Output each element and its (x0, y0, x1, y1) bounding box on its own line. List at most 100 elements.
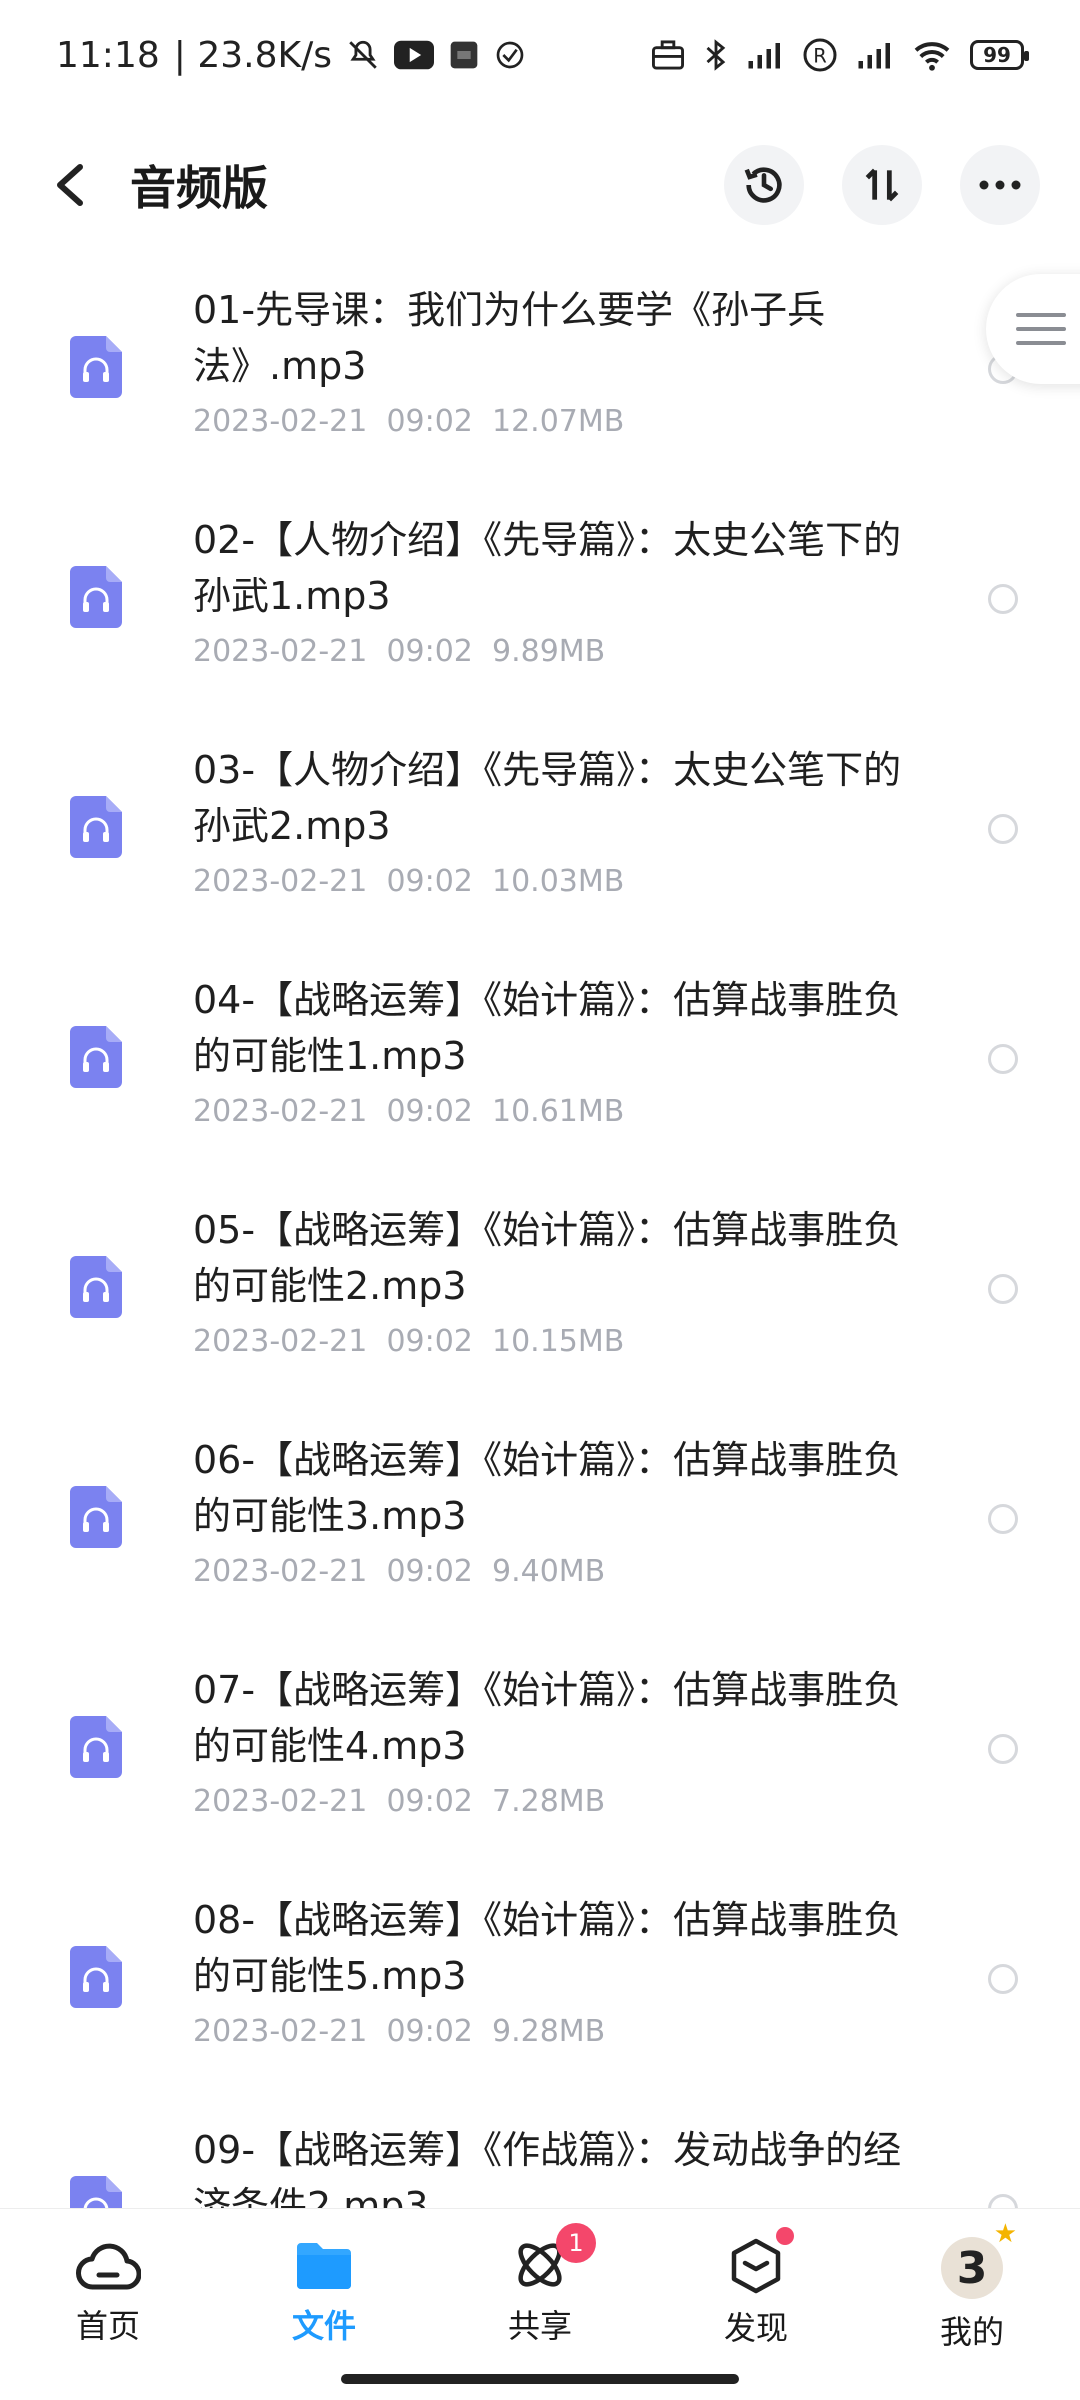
file-date: 2023-02-21 (193, 2014, 368, 2049)
nav-home[interactable]: 首页 (0, 2209, 216, 2400)
status-network-speed: | 23.8K/s (173, 34, 332, 76)
status-bar: 11:18 | 23.8K/s R 99 (0, 0, 1080, 110)
file-info: 09-【战略运筹】《作战篇》：发动战争的经济条件2.mp3 (193, 2122, 933, 2208)
file-size: 10.15MB (491, 1324, 625, 1359)
file-size: 9.89MB (491, 634, 606, 669)
file-info: 02-【人物介绍】《先导篇》：太史公笔下的孙武1.mp3 2023-02-21 … (193, 512, 933, 669)
signal-icon (746, 40, 784, 70)
check-circle-icon (494, 39, 526, 71)
sort-button[interactable] (842, 145, 922, 225)
file-row[interactable]: 02-【人物介绍】《先导篇》：太史公笔下的孙武1.mp3 2023-02-21 … (0, 488, 1080, 718)
nav-files[interactable]: 文件 (216, 2209, 432, 2400)
menu-lines-icon (1016, 313, 1066, 345)
status-right: R 99 (650, 37, 1029, 73)
file-row[interactable]: 05-【战略运筹】《始计篇》：估算战事胜负的可能性2.mp3 2023-02-2… (0, 1178, 1080, 1408)
file-time: 09:02 (386, 1324, 473, 1359)
file-row[interactable]: 04-【战略运筹】《始计篇》：估算战事胜负的可能性1.mp3 2023-02-2… (0, 948, 1080, 1178)
back-button[interactable] (40, 155, 100, 215)
file-meta: 2023-02-21 09:02 7.28MB (193, 1784, 933, 1819)
file-row[interactable]: 09-【战略运筹】《作战篇》：发动战争的经济条件2.mp3 (0, 2098, 1080, 2208)
bottom-navigation: 首页 文件 共享 1 发现 3 ★ 我的 (0, 2208, 1080, 2400)
file-meta: 2023-02-21 09:02 9.89MB (193, 634, 933, 669)
file-info: 07-【战略运筹】《始计篇》：估算战事胜负的可能性4.mp3 2023-02-2… (193, 1662, 933, 1819)
nav-home-label: 首页 (75, 2307, 140, 2345)
select-radio[interactable] (988, 1274, 1018, 1304)
file-date: 2023-02-21 (193, 634, 368, 669)
status-time: 11:18 (56, 34, 160, 76)
file-size: 9.40MB (491, 1554, 606, 1589)
youtube-icon (393, 40, 434, 70)
more-dots-icon (979, 180, 1021, 190)
share-badge: 1 (556, 2223, 596, 2263)
file-list: 01-先导课：我们为什么要学《孙子兵法》.mp3 2023-02-21 09:0… (0, 258, 1080, 2208)
file-meta: 2023-02-21 09:02 12.07MB (193, 404, 933, 439)
file-time: 09:02 (386, 1094, 473, 1129)
nav-mine-label: 我的 (939, 2313, 1004, 2351)
bluetooth-icon (704, 38, 728, 72)
avatar: 3 ★ (941, 2219, 1017, 2299)
select-radio[interactable] (988, 1964, 1018, 1994)
file-row[interactable]: 03-【人物介绍】《先导篇》：太史公笔下的孙武2.mp3 2023-02-21 … (0, 718, 1080, 948)
history-icon (744, 167, 782, 203)
battery-level: 99 (983, 43, 1011, 67)
page-title: 音频版 (130, 161, 268, 215)
file-row[interactable]: 07-【战略运筹】《始计篇》：估算战事胜负的可能性4.mp3 2023-02-2… (0, 1638, 1080, 1868)
file-time: 09:02 (386, 1784, 473, 1819)
select-radio[interactable] (988, 584, 1018, 614)
file-info: 06-【战略运筹】《始计篇》：估算战事胜负的可能性3.mp3 2023-02-2… (193, 1432, 933, 1589)
file-name: 03-【人物介绍】《先导篇》：太史公笔下的孙武2.mp3 (193, 748, 902, 848)
audio-file-icon (70, 796, 122, 858)
file-size: 10.03MB (491, 864, 625, 899)
file-name: 06-【战略运筹】《始计篇》：估算战事胜负的可能性3.mp3 (193, 1438, 902, 1538)
file-name: 04-【战略运筹】《始计篇》：估算战事胜负的可能性1.mp3 (193, 978, 902, 1078)
file-size: 10.61MB (491, 1094, 625, 1129)
file-info: 04-【战略运筹】《始计篇》：估算战事胜负的可能性1.mp3 2023-02-2… (193, 972, 933, 1129)
file-time: 09:02 (386, 1554, 473, 1589)
nav-discover[interactable]: 发现 (648, 2209, 864, 2400)
select-radio[interactable] (988, 1734, 1018, 1764)
file-name: 05-【战略运筹】《始计篇》：估算战事胜负的可能性2.mp3 (193, 1208, 902, 1308)
file-date: 2023-02-21 (193, 1784, 368, 1819)
file-time: 09:02 (386, 404, 473, 439)
file-info: 01-先导课：我们为什么要学《孙子兵法》.mp3 2023-02-21 09:0… (193, 282, 933, 439)
status-left: 11:18 | 23.8K/s (56, 35, 526, 76)
nav-mine[interactable]: 3 ★ 我的 (864, 2209, 1080, 2400)
file-meta: 2023-02-21 09:02 10.15MB (193, 1324, 933, 1359)
file-name: 02-【人物介绍】《先导篇》：太史公笔下的孙武1.mp3 (193, 518, 902, 618)
select-radio[interactable] (988, 2194, 1018, 2208)
sort-icon (865, 168, 899, 202)
file-name: 08-【战略运筹】《始计篇》：估算战事胜负的可能性5.mp3 (193, 1898, 902, 1998)
discover-box-icon (731, 2238, 781, 2294)
svg-text:R: R (813, 45, 827, 68)
select-radio[interactable] (988, 1504, 1018, 1534)
file-row[interactable]: 06-【战略运筹】《始计篇》：估算战事胜负的可能性3.mp3 2023-02-2… (0, 1408, 1080, 1638)
audio-file-icon (70, 1026, 122, 1088)
file-name: 01-先导课：我们为什么要学《孙子兵法》.mp3 (193, 288, 826, 388)
battery-icon: 99 (970, 40, 1029, 70)
back-arrow-icon (57, 164, 83, 206)
file-date: 2023-02-21 (193, 1094, 368, 1129)
file-row[interactable]: 01-先导课：我们为什么要学《孙子兵法》.mp3 2023-02-21 09:0… (0, 258, 1080, 488)
audio-file-icon (70, 336, 122, 398)
select-radio[interactable] (988, 1044, 1018, 1074)
audio-file-icon (70, 1256, 122, 1318)
file-time: 09:02 (386, 864, 473, 899)
wifi-icon (912, 39, 952, 71)
home-indicator[interactable] (341, 2374, 739, 2384)
file-row[interactable]: 08-【战略运筹】《始计篇》：估算战事胜负的可能性5.mp3 2023-02-2… (0, 1868, 1080, 2098)
folder-icon (297, 2243, 351, 2289)
file-name: 09-【战略运筹】《作战篇》：发动战争的经济条件2.mp3 (193, 2128, 902, 2208)
file-size: 9.28MB (491, 2014, 606, 2049)
star-icon: ★ (993, 2219, 1017, 2249)
avatar-text: 3 (956, 2242, 988, 2294)
history-button[interactable] (724, 145, 804, 225)
file-size: 7.28MB (491, 1784, 606, 1819)
nav-share[interactable]: 共享 1 (432, 2209, 648, 2400)
file-date: 2023-02-21 (193, 1554, 368, 1589)
app-notification-icon (448, 39, 480, 71)
file-info: 08-【战略运筹】《始计篇》：估算战事胜负的可能性5.mp3 2023-02-2… (193, 1892, 933, 2049)
cloud-home-icon (76, 2243, 141, 2290)
file-meta: 2023-02-21 09:02 10.03MB (193, 864, 933, 899)
select-radio[interactable] (988, 814, 1018, 844)
more-button[interactable] (960, 145, 1040, 225)
